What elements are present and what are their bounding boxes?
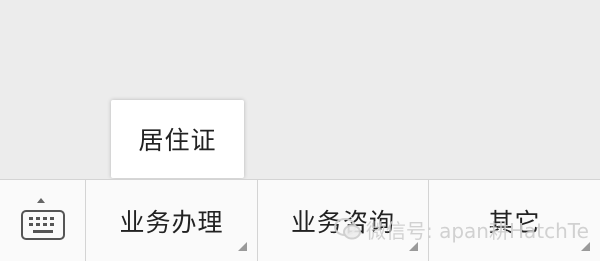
submenu-indicator-icon (409, 242, 418, 251)
submenu-indicator-icon (238, 242, 247, 251)
tab-business-handling[interactable]: 业务办理 (86, 180, 258, 261)
caret-up-icon (37, 198, 45, 203)
keyboard-toggle-button[interactable] (0, 180, 86, 261)
keyboard-icon (21, 210, 65, 240)
tab-business-handling-label: 业务办理 (119, 207, 224, 237)
chat-content-area (0, 0, 600, 179)
submenu-item-residence-permit[interactable]: 居住证 (111, 100, 244, 178)
bottom-menu-bar: 业务办理 业务咨询 其它 (0, 179, 600, 261)
tab-business-consultation-label: 业务咨询 (290, 207, 395, 237)
submenu-popup: 居住证 (111, 100, 244, 178)
tab-business-consultation[interactable]: 业务咨询 (258, 180, 429, 261)
tab-other[interactable]: 其它 (429, 180, 600, 261)
submenu-indicator-icon (581, 242, 590, 251)
tab-other-label: 其它 (488, 207, 541, 237)
